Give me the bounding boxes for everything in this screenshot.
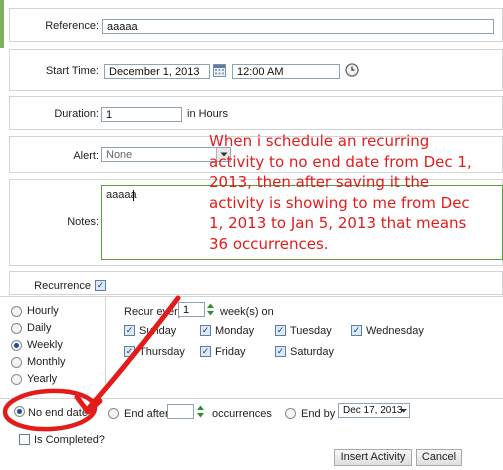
day-checkbox-tuesday[interactable]: ✓: [275, 325, 286, 336]
pattern-radio-weekly[interactable]: [11, 340, 22, 351]
recur-suffix-label: week(s) on: [220, 306, 274, 318]
pattern-label-weekly: Weekly: [27, 339, 63, 351]
reference-input[interactable]: aaaaa: [102, 19, 494, 34]
no-end-date-radio[interactable]: [14, 406, 25, 417]
cancel-button[interactable]: Cancel: [416, 449, 462, 466]
annotation-line: activity is showing to me from Dec: [209, 193, 470, 212]
text-cursor: [133, 190, 134, 201]
chevron-down-icon[interactable]: [398, 404, 409, 417]
is-completed-checkbox[interactable]: [19, 434, 30, 445]
alert-label: Alert:: [73, 150, 99, 162]
start-time-input[interactable]: 12:00 AM: [232, 64, 340, 79]
day-label-friday: Friday: [215, 346, 246, 358]
notes-label: Notes:: [67, 216, 99, 228]
recurrence-checkbox[interactable]: ✓: [95, 280, 106, 291]
day-label-thursday: Thursday: [139, 346, 185, 358]
pattern-label-monthly: Monthly: [27, 356, 66, 368]
stepper-icon[interactable]: [206, 302, 215, 317]
recur-every-input[interactable]: 1: [178, 302, 205, 317]
end-by-label: End by: [301, 408, 336, 420]
annotation-line: 2013, then after saving it the: [209, 173, 430, 191]
end-divider: [0, 398, 503, 399]
occurrences-label: occurrences: [212, 408, 272, 420]
stepper-icon[interactable]: [196, 404, 205, 419]
clock-icon[interactable]: [345, 63, 359, 77]
annotation-line: activity to no end date from Dec 1,: [209, 152, 472, 171]
recur-every-label: Recur every: [124, 306, 184, 318]
end-after-radio[interactable]: [108, 408, 119, 419]
start-date-input[interactable]: December 1, 2013: [104, 64, 210, 79]
reference-label: Reference:: [45, 20, 99, 32]
insert-activity-button[interactable]: Insert Activity: [334, 449, 412, 466]
pattern-radio-daily[interactable]: [11, 323, 22, 334]
end-after-input[interactable]: [167, 404, 194, 419]
day-checkbox-saturday[interactable]: ✓: [275, 346, 286, 357]
annotation-line: 36 occurrences.: [209, 234, 329, 253]
no-end-date-label: No end date: [28, 407, 88, 419]
end-after-label: End after: [124, 408, 169, 420]
day-checkbox-monday[interactable]: ✓: [200, 325, 211, 336]
duration-unit-label: in Hours: [187, 108, 228, 120]
pattern-label-yearly: Yearly: [27, 373, 58, 385]
pattern-radio-monthly[interactable]: [11, 357, 22, 368]
day-checkbox-sunday[interactable]: ✓: [124, 325, 135, 336]
day-label-monday: Monday: [215, 325, 255, 337]
pattern-divider: [105, 297, 106, 393]
day-checkbox-wednesday[interactable]: ✓: [351, 325, 362, 336]
day-label-sunday: Sunday: [139, 325, 177, 337]
end-by-radio[interactable]: [285, 408, 296, 419]
pattern-label-daily: Daily: [27, 322, 52, 334]
pattern-radio-hourly[interactable]: [11, 306, 22, 317]
left-edge-strip: [0, 0, 4, 48]
annotation-line: 1, 2013 to Jan 5, 2013 that means: [209, 214, 467, 232]
day-checkbox-thursday[interactable]: ✓: [124, 346, 135, 357]
recurrence-label: Recurrence: [34, 280, 91, 292]
pattern-radio-yearly[interactable]: [11, 374, 22, 385]
day-label-wednesday: Wednesday: [366, 325, 424, 337]
annotation-line: When i schedule an recurring: [209, 132, 430, 150]
is-completed-label: Is Completed?: [34, 434, 105, 446]
day-label-tuesday: Tuesday: [290, 325, 332, 337]
day-label-saturday: Saturday: [290, 346, 335, 358]
duration-input[interactable]: 1: [101, 107, 182, 122]
pattern-label-hourly: Hourly: [27, 305, 59, 317]
calendar-icon[interactable]: [213, 64, 226, 77]
duration-label: Duration:: [54, 108, 99, 120]
start-time-label: Start Time:: [45, 65, 99, 77]
day-checkbox-friday[interactable]: ✓: [200, 346, 211, 357]
